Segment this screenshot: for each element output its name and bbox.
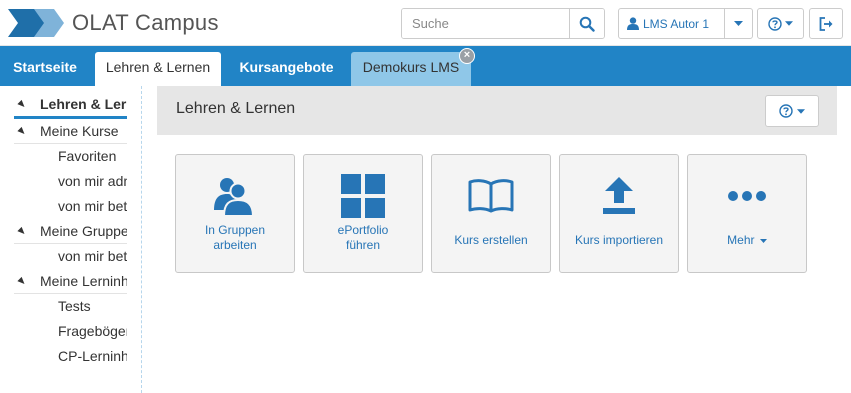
tree-item-label: Fragebögen: [58, 323, 127, 339]
collapse-triangle-icon[interactable]: [17, 276, 27, 287]
tree-item-label: Meine Gruppen: [40, 223, 127, 239]
tab-startseite[interactable]: Startseite: [0, 52, 90, 86]
tree-item-meine-lerninhalte[interactable]: Meine Lerninhalte: [14, 269, 127, 294]
tree-item-label: Favoriten: [58, 148, 117, 164]
user-button[interactable]: LMS Autor 1: [619, 9, 725, 38]
users-icon: [214, 178, 255, 216]
collapse-triangle-icon[interactable]: [17, 99, 27, 110]
tab-label: Lehren & Lernen: [105, 59, 211, 75]
tree-item-label: Lehren & Lernen: [40, 96, 127, 112]
logo-chevron-icon: [8, 9, 64, 37]
caret-down-icon: [785, 21, 793, 26]
more-icon: [728, 191, 766, 201]
user-icon: [627, 17, 639, 30]
caret-down-icon: [759, 238, 767, 243]
brand-name: OLAT Campus: [72, 10, 219, 35]
tile-kurs-importieren[interactable]: Kurs importieren: [559, 154, 679, 273]
tile-label: Kurs importieren: [574, 233, 664, 247]
tree-item-label: von mir betreut: [58, 198, 127, 214]
brand-logo[interactable]: OLAT Campus: [8, 8, 219, 38]
tab-lehren-lernen[interactable]: Lehren & Lernen: [95, 52, 221, 86]
tree-item-meine-gruppen[interactable]: Meine Gruppen: [14, 219, 127, 244]
sidebar-tree: Lehren & Lernen Meine Kurse Favoriten vo…: [14, 86, 127, 369]
top-header: OLAT Campus LMS Autor 1: [0, 0, 851, 46]
search-input[interactable]: [402, 9, 569, 38]
tab-demokurs-lms[interactable]: Demokurs LMS ×: [351, 48, 475, 86]
tile-label: ePortfolio führen: [337, 223, 389, 252]
upload-icon: [603, 177, 635, 214]
tab-label: Demokurs LMS: [362, 59, 460, 75]
tree-item-label: Tests: [58, 298, 91, 314]
panel-header: Lehren & Lernen: [157, 86, 837, 135]
tile-mehr[interactable]: Mehr: [687, 154, 807, 273]
user-dropdown-toggle[interactable]: [725, 21, 752, 26]
logout-button[interactable]: [809, 8, 843, 39]
user-name: LMS Autor 1: [643, 16, 710, 31]
help-icon: [768, 16, 782, 31]
tree-item-tests[interactable]: Tests: [14, 294, 127, 319]
search-box: [401, 8, 605, 39]
tree-item-label: von mir administriert: [58, 173, 127, 189]
caret-down-icon: [797, 108, 805, 114]
book-icon: [468, 179, 514, 213]
tree-item-favoriten[interactable]: Favoriten: [14, 144, 127, 169]
tree-item-cp-lerninhalte[interactable]: CP-Lerninhalte: [14, 344, 127, 369]
tile-label: Kurs erstellen: [454, 233, 528, 247]
sidebar: Lehren & Lernen Meine Kurse Favoriten vo…: [0, 86, 142, 393]
tab-label: Kursangebote: [239, 59, 334, 75]
close-tab-icon[interactable]: ×: [459, 48, 475, 64]
tree-item-meine-kurse[interactable]: Meine Kurse: [14, 119, 127, 144]
tree-item-frageboegen[interactable]: Fragebögen: [14, 319, 127, 344]
tab-kursangebote[interactable]: Kursangebote: [228, 52, 345, 86]
tree-item-label: Meine Lerninhalte: [40, 273, 127, 289]
panel-help-button[interactable]: [765, 95, 819, 127]
tree-item-von-mir-administriert[interactable]: von mir administriert: [14, 169, 127, 194]
tree-item-label: CP-Lerninhalte: [58, 348, 127, 364]
tile-label: In Gruppen arbeiten: [204, 223, 266, 252]
tile-eportfolio-fuehren[interactable]: ePortfolio führen: [303, 154, 423, 273]
tab-label: Startseite: [13, 59, 77, 75]
search-icon: [579, 16, 595, 32]
collapse-triangle-icon[interactable]: [17, 226, 27, 237]
logout-icon: [819, 16, 833, 31]
search-button[interactable]: [569, 9, 604, 38]
help-menu-button[interactable]: [757, 8, 804, 39]
grid-icon: [341, 174, 385, 218]
tree-item-label: von mir betreut: [58, 248, 127, 264]
page-title: Lehren & Lernen: [176, 100, 296, 117]
tile-label: Mehr: [692, 233, 802, 248]
tree-item-lehren-lernen[interactable]: Lehren & Lernen: [14, 92, 127, 119]
help-icon: [779, 104, 793, 118]
user-menu: LMS Autor 1: [618, 8, 753, 39]
tile-kurs-erstellen[interactable]: Kurs erstellen: [431, 154, 551, 273]
tree-item-von-mir-betreut-kurse[interactable]: von mir betreut: [14, 194, 127, 219]
tile-in-gruppen-arbeiten[interactable]: In Gruppen arbeiten: [175, 154, 295, 273]
tree-item-von-mir-betreut-gruppen[interactable]: von mir betreut: [14, 244, 127, 269]
collapse-triangle-icon[interactable]: [17, 126, 27, 137]
main-nav: Startseite Lehren & Lernen Kursangebote …: [0, 46, 851, 86]
tree-item-label: Meine Kurse: [40, 123, 119, 139]
caret-down-icon: [734, 21, 743, 26]
